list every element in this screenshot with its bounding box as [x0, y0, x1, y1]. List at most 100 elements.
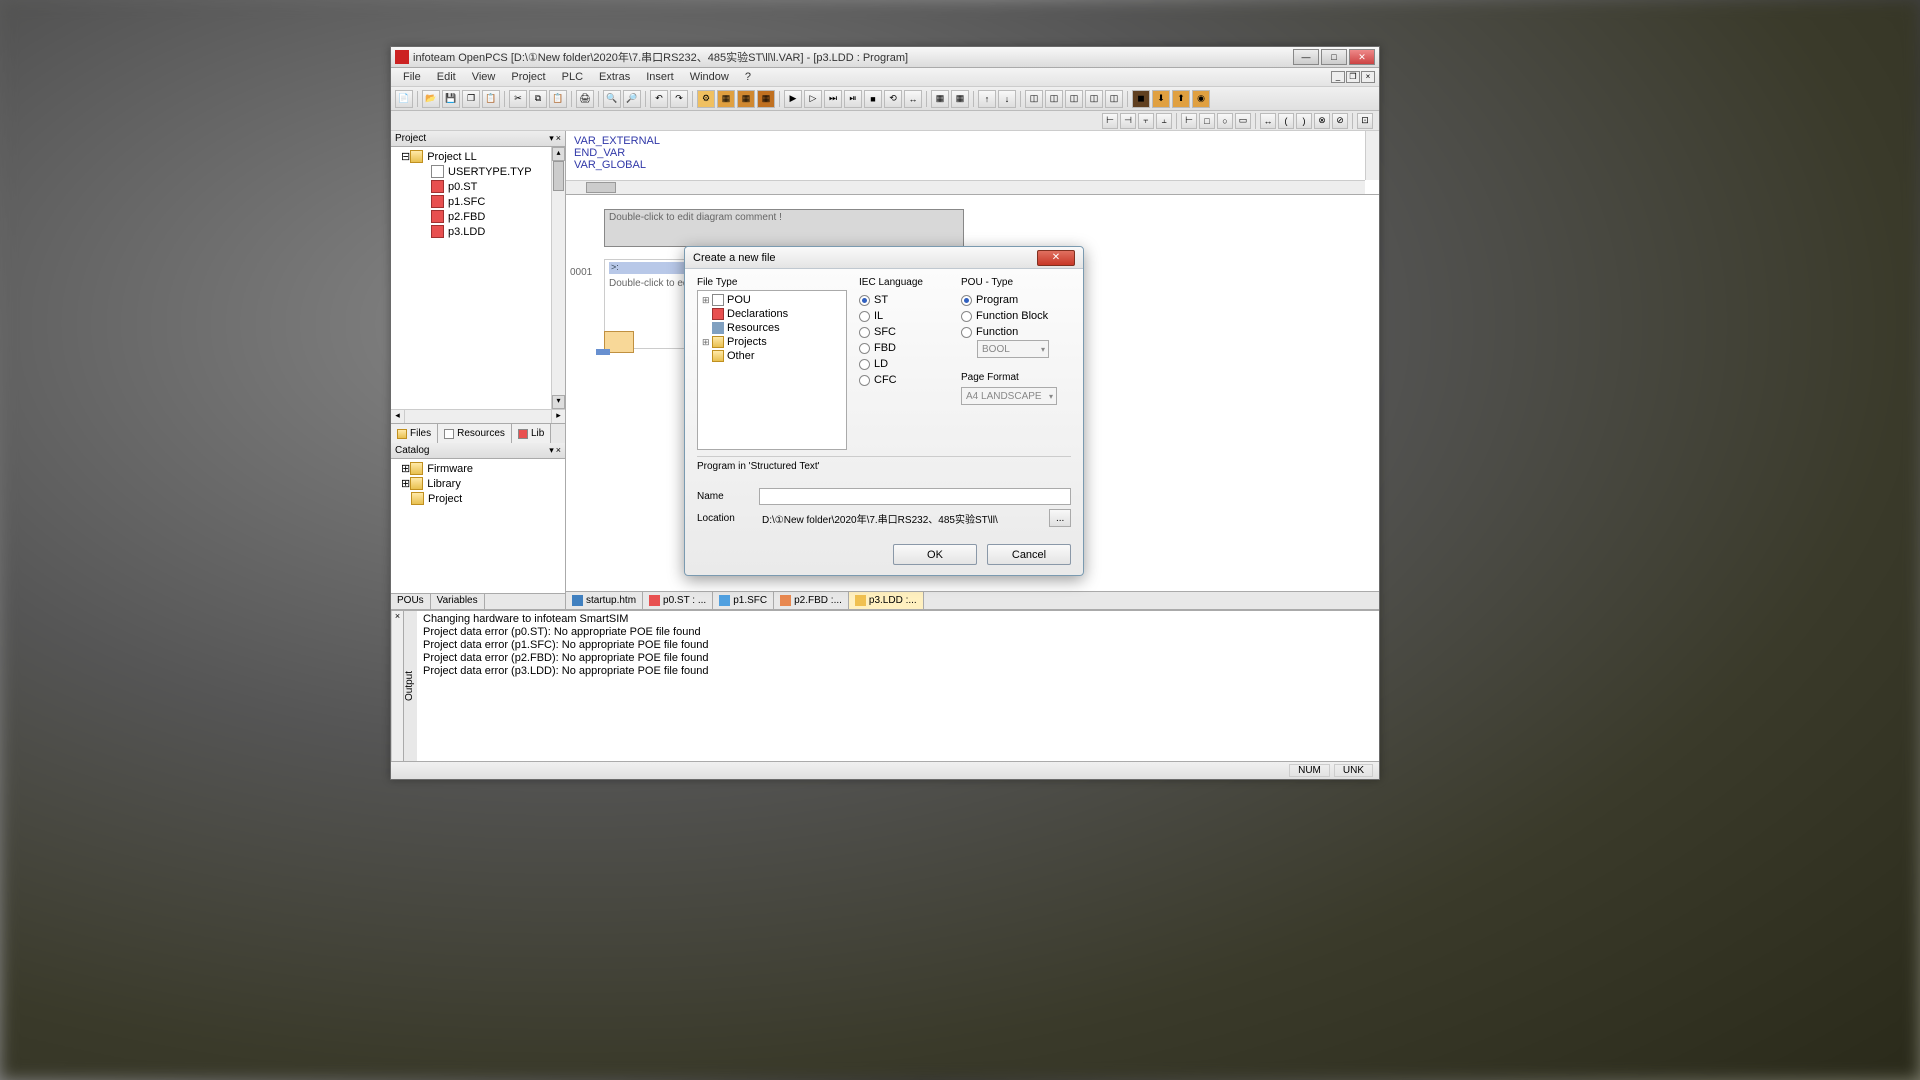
- menu-help[interactable]: ?: [737, 69, 759, 85]
- swap-icon[interactable]: ↔: [904, 90, 922, 108]
- buildall-icon[interactable]: ▦: [757, 90, 775, 108]
- editor-tab-p1[interactable]: p1.SFC: [713, 592, 774, 609]
- stop-icon[interactable]: ■: [864, 90, 882, 108]
- mdi-close-button[interactable]: ×: [1361, 71, 1375, 83]
- ld-tool7-icon[interactable]: ○: [1217, 113, 1233, 129]
- editor-tab-p3[interactable]: p3.LDD :...: [849, 592, 924, 609]
- copy-icon[interactable]: 📋: [482, 90, 500, 108]
- project-file-p3[interactable]: p3.LDD: [393, 224, 563, 239]
- menu-window[interactable]: Window: [682, 69, 737, 85]
- upload-icon[interactable]: ⬆: [1172, 90, 1190, 108]
- new-icon[interactable]: 📄: [395, 90, 413, 108]
- down-icon[interactable]: ↓: [998, 90, 1016, 108]
- maximize-button[interactable]: □: [1321, 49, 1347, 65]
- project-tree[interactable]: ⊟Project LL USERTYPE.TYP p0.ST p1.SFC p2…: [391, 147, 565, 409]
- saveall-icon[interactable]: ❐: [462, 90, 480, 108]
- paste-icon[interactable]: 📋: [549, 90, 567, 108]
- tool2-icon[interactable]: ◫: [1045, 90, 1063, 108]
- undo-icon[interactable]: ↶: [650, 90, 668, 108]
- tab-files[interactable]: Files: [391, 424, 438, 443]
- ld-tool14-icon[interactable]: ⊡: [1357, 113, 1373, 129]
- location-input[interactable]: [759, 510, 1041, 527]
- browse-button[interactable]: ...: [1049, 509, 1071, 527]
- project-root[interactable]: ⊟Project LL: [393, 149, 563, 164]
- ld-tool12-icon[interactable]: ⊗: [1314, 113, 1330, 129]
- mdi-minimize-button[interactable]: _: [1331, 71, 1345, 83]
- build-icon[interactable]: ▦: [717, 90, 735, 108]
- catalog-panel-close-icon[interactable]: ×: [556, 445, 561, 456]
- code-scrollbar-h[interactable]: [566, 180, 1365, 194]
- tab-resources[interactable]: Resources: [438, 424, 512, 443]
- tab-lib[interactable]: Lib: [512, 424, 551, 443]
- open-icon[interactable]: 📂: [422, 90, 440, 108]
- close-button[interactable]: ✕: [1349, 49, 1375, 65]
- ld-tool8-icon[interactable]: ▭: [1235, 113, 1251, 129]
- stepout-icon[interactable]: ⏯: [844, 90, 862, 108]
- filetype-resources[interactable]: Resources: [700, 321, 844, 335]
- project-file-p1[interactable]: p1.SFC: [393, 194, 563, 209]
- filetype-pou[interactable]: ⊞POU: [700, 293, 844, 307]
- radio-function[interactable]: Function: [961, 324, 1071, 340]
- tool1-icon[interactable]: ◫: [1025, 90, 1043, 108]
- page-format-select[interactable]: A4 LANDSCAPE: [961, 387, 1057, 405]
- zoomin-icon[interactable]: 🔍: [603, 90, 621, 108]
- up-icon[interactable]: ↑: [978, 90, 996, 108]
- cut-icon[interactable]: ✂: [509, 90, 527, 108]
- tool5-icon[interactable]: ◫: [1105, 90, 1123, 108]
- print-icon[interactable]: 🖨: [576, 90, 594, 108]
- code-scrollbar-v[interactable]: [1365, 131, 1379, 180]
- dialog-titlebar[interactable]: Create a new file ✕: [685, 247, 1083, 269]
- tab-variables[interactable]: Variables: [431, 594, 485, 609]
- ld-tool5-icon[interactable]: ⊢: [1181, 113, 1197, 129]
- menu-view[interactable]: View: [464, 69, 504, 85]
- tool4-icon[interactable]: ◫: [1085, 90, 1103, 108]
- catalog-firmware[interactable]: ⊞Firmware: [393, 461, 563, 476]
- mdi-restore-button[interactable]: ❐: [1346, 71, 1360, 83]
- name-input[interactable]: [759, 488, 1071, 505]
- ok-button[interactable]: OK: [893, 544, 977, 565]
- redo-icon[interactable]: ↷: [670, 90, 688, 108]
- menu-extras[interactable]: Extras: [591, 69, 638, 85]
- ld-tool1-icon[interactable]: ⊢: [1102, 113, 1118, 129]
- cancel-button[interactable]: Cancel: [987, 544, 1071, 565]
- catalog-library[interactable]: ⊞Library: [393, 476, 563, 491]
- project-file-p0[interactable]: p0.ST: [393, 179, 563, 194]
- copy2-icon[interactable]: ⧉: [529, 90, 547, 108]
- menu-edit[interactable]: Edit: [429, 69, 464, 85]
- catalog-project[interactable]: Project: [393, 491, 563, 506]
- filetype-declarations[interactable]: Declarations: [700, 307, 844, 321]
- radio-cfc[interactable]: CFC: [859, 372, 949, 388]
- radio-program[interactable]: Program: [961, 292, 1071, 308]
- ld-tool4-icon[interactable]: ⫠: [1156, 113, 1172, 129]
- ld-tool13-icon[interactable]: ⊘: [1332, 113, 1348, 129]
- catalog-panel-pin-icon[interactable]: ▾: [549, 445, 554, 456]
- ld-tool9-icon[interactable]: ↔: [1260, 113, 1276, 129]
- diagram-comment[interactable]: Double-click to edit diagram comment !: [604, 209, 964, 247]
- step-icon[interactable]: ▷: [804, 90, 822, 108]
- download-icon[interactable]: ⬇: [1152, 90, 1170, 108]
- rebuild-icon[interactable]: ▦: [737, 90, 755, 108]
- menu-plc[interactable]: PLC: [554, 69, 591, 85]
- project-panel-close-icon[interactable]: ×: [556, 133, 561, 144]
- tool3-icon[interactable]: ◫: [1065, 90, 1083, 108]
- radio-il[interactable]: IL: [859, 308, 949, 324]
- ld-tool3-icon[interactable]: ⫟: [1138, 113, 1154, 129]
- filetype-projects[interactable]: ⊞Projects: [700, 335, 844, 349]
- grid1-icon[interactable]: ▦: [931, 90, 949, 108]
- zoomout-icon[interactable]: 🔎: [623, 90, 641, 108]
- grid2-icon[interactable]: ▦: [951, 90, 969, 108]
- menu-project[interactable]: Project: [503, 69, 553, 85]
- project-tree-scrollbar[interactable]: ▴▾: [551, 147, 565, 409]
- online-icon[interactable]: ◼: [1132, 90, 1150, 108]
- output-close-icon[interactable]: ×: [391, 611, 403, 761]
- radio-ld[interactable]: LD: [859, 356, 949, 372]
- editor-tab-p0[interactable]: p0.ST : ...: [643, 592, 713, 609]
- function-type-select[interactable]: BOOL: [977, 340, 1049, 358]
- catalog-tree[interactable]: ⊞Firmware ⊞Library Project: [391, 459, 565, 593]
- ld-tool10-icon[interactable]: (: [1278, 113, 1294, 129]
- output-text[interactable]: Changing hardware to infoteam SmartSIM P…: [417, 611, 1379, 761]
- filetype-tree[interactable]: ⊞POU Declarations Resources ⊞Projects Ot…: [697, 290, 847, 450]
- save-icon[interactable]: 💾: [442, 90, 460, 108]
- monitor-icon[interactable]: ◉: [1192, 90, 1210, 108]
- reset-icon[interactable]: ⟲: [884, 90, 902, 108]
